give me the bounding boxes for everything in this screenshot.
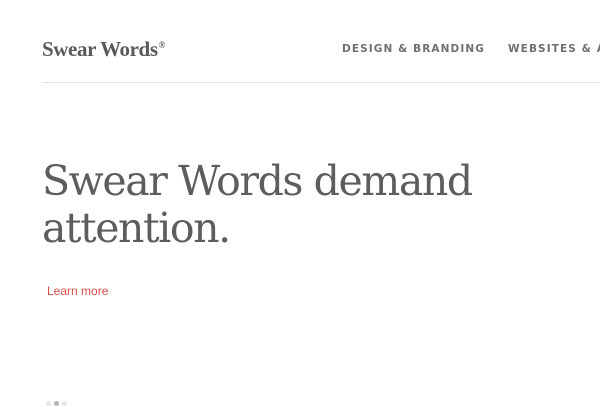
- nav-item-design-branding[interactable]: DESIGN & BRANDING: [342, 42, 485, 56]
- carousel-dot-active[interactable]: [54, 401, 59, 406]
- nav-item-websites-apps[interactable]: WEBSITES & AP: [508, 42, 600, 56]
- carousel-pagination: [46, 401, 86, 407]
- carousel-dot[interactable]: [62, 401, 67, 406]
- carousel-dot[interactable]: [46, 401, 51, 406]
- header-divider: [42, 82, 600, 83]
- site-header: Swear Words® DESIGN & BRANDING WEBSITES …: [0, 0, 600, 82]
- hero-headline: Swear Words demand attention.: [42, 157, 473, 252]
- main-nav: DESIGN & BRANDING WEBSITES & AP: [0, 42, 600, 58]
- learn-more-link[interactable]: Learn more: [47, 284, 108, 298]
